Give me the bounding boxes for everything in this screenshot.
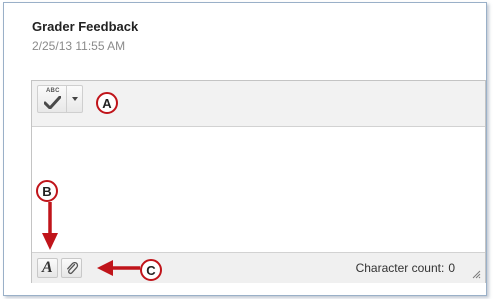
callout-b: B <box>36 180 58 202</box>
spellcheck-button[interactable]: ABC <box>37 85 67 113</box>
arrow-b-icon <box>42 202 58 250</box>
paperclip-icon <box>67 261 79 275</box>
spellcheck-control: ABC <box>37 85 87 113</box>
feedback-text-area[interactable] <box>32 127 485 252</box>
feedback-title: Grader Feedback <box>32 19 139 34</box>
attach-file-button[interactable] <box>61 258 82 278</box>
text-format-icon: A <box>42 259 53 276</box>
spellcheck-label: ABC <box>46 88 60 94</box>
callout-c: C <box>140 259 162 281</box>
callout-a: A <box>96 92 118 114</box>
arrow-c-icon <box>97 260 140 276</box>
chevron-down-icon <box>72 97 78 101</box>
spellcheck-dropdown-button[interactable] <box>67 85 83 113</box>
feedback-date: 2/25/13 11:55 AM <box>32 39 126 53</box>
spellcheck-icon <box>44 96 61 109</box>
text-format-button[interactable]: A <box>37 258 58 278</box>
character-count-label: Character count: <box>355 261 445 275</box>
character-count-value: 0 <box>448 261 455 275</box>
resize-grip-icon[interactable] <box>471 269 481 279</box>
character-count: Character count: 0 <box>356 261 455 275</box>
screenshot-page: Grader Feedback 2/25/13 11:55 AM ABC A C… <box>0 0 495 299</box>
